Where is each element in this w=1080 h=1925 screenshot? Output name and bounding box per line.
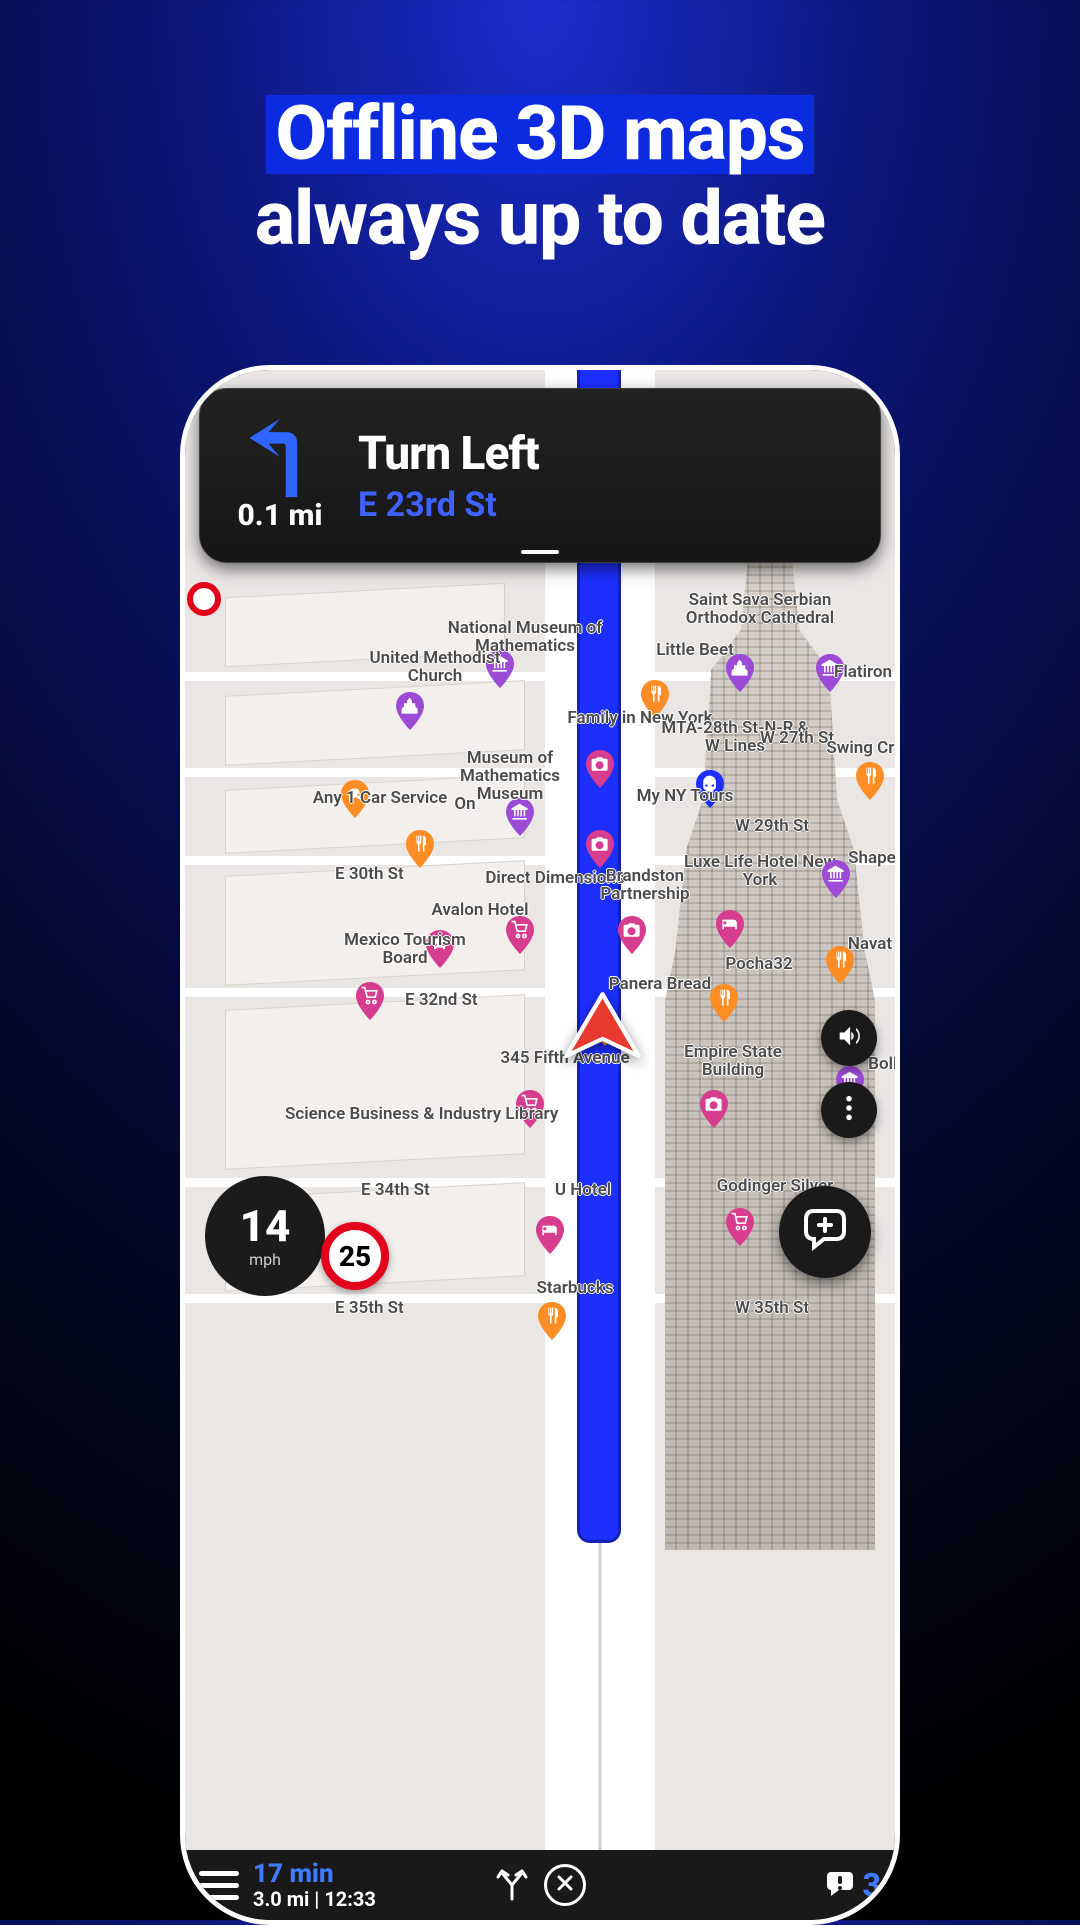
poi-pin-godinger[interactable] (725, 1208, 755, 1246)
poi-label-flatiron: Flatiron (783, 664, 895, 682)
poi-label-esb: Empire State Building (653, 1044, 813, 1080)
poi-label-sss: Saint Sava Serbian Orthodox Cathedral (680, 592, 840, 628)
street-label-sciencebiz: Science Business & Industry Library (285, 1104, 558, 1124)
alternate-route-button[interactable] (494, 1865, 530, 1905)
close-icon (555, 1873, 575, 1897)
map-canvas[interactable]: National Museum of MathematicsUnited Met… (185, 370, 895, 1850)
poi-label-mytours: My NY Tours (605, 788, 765, 806)
speed-limit-sign: 25 (321, 1222, 389, 1290)
sound-button[interactable] (821, 1010, 877, 1066)
poi-pin-esb[interactable] (699, 1090, 729, 1128)
poi-label-mexico: Mexico Tourism Board (325, 932, 485, 968)
poi-label-navat: Navat (790, 936, 895, 954)
poi-label-swingcrazy: Swing Crazy Ye (805, 740, 895, 758)
instruction-main: Turn Left E 23rd St (358, 427, 860, 525)
eta-time: 17 min (253, 1859, 376, 1889)
poi-pin-starbucks[interactable] (537, 1302, 567, 1340)
turn-instruction-card[interactable]: 0.1 mi Turn Left E 23rd St (199, 388, 881, 563)
poi-pin-mytours[interactable] (585, 830, 615, 868)
speech-bubble-plus-icon (800, 1205, 850, 1259)
poi-label-littlebeet: Little Beet (615, 642, 775, 660)
speed-camera-icon (187, 582, 221, 616)
poi-pin-brandston[interactable] (617, 916, 647, 954)
phone-frame: National Museum of MathematicsUnited Met… (180, 365, 900, 1925)
end-route-button[interactable] (544, 1864, 586, 1906)
card-drag-handle[interactable] (521, 550, 559, 554)
poi-label-on: On (385, 796, 545, 814)
notification-icon[interactable] (825, 1868, 855, 1902)
street-label-e34: E 34th St (361, 1180, 430, 1200)
poi-pin-uhotel[interactable] (535, 1216, 565, 1254)
street-label-e30: E 30th St (335, 864, 404, 884)
poi-pin-on[interactable] (405, 830, 435, 868)
turn-left-arrow-icon (220, 413, 340, 503)
street-label-e32: E 32nd St (405, 990, 478, 1010)
speed-unit: mph (249, 1250, 281, 1269)
poi-pin-mexico[interactable] (355, 982, 385, 1020)
hamburger-menu-button[interactable] (199, 1871, 239, 1900)
instruction-distance: 0.1 mi (220, 498, 340, 533)
headline-line-2: always up to date (0, 180, 1080, 259)
headline-line-1: Offline 3D maps (266, 95, 815, 174)
instruction-left: 0.1 mi (220, 413, 340, 533)
poi-pin-luxe[interactable] (715, 910, 745, 948)
poi-label-umc: United Methodist Church (355, 650, 515, 686)
speaker-icon (835, 1022, 863, 1054)
street-label-w35: W 35th St (735, 1298, 809, 1318)
instruction-street: E 23rd St (358, 485, 860, 525)
instruction-action: Turn Left (358, 427, 860, 481)
split-arrow-icon (494, 1886, 530, 1905)
speedometer[interactable]: 14 mph (205, 1176, 325, 1296)
promo-headline: Offline 3D maps always up to date (0, 0, 1080, 259)
poi-pin-umc[interactable] (395, 692, 425, 730)
poi-label-avalon: Avalon Hotel (400, 902, 560, 920)
poi-label-shaper: Shaper (795, 850, 895, 868)
speed-limit-value: 25 (339, 1240, 371, 1273)
eta-block[interactable]: 17 min 3.0 mi | 12:33 (253, 1859, 376, 1911)
vehicle-cursor-icon (560, 990, 645, 1060)
poi-label-uhotel: U Hotel (503, 1182, 663, 1200)
add-report-button[interactable] (779, 1186, 871, 1278)
poi-label-starbucks: Starbucks (495, 1280, 655, 1298)
poi-label-pocha: Pocha32 (679, 956, 839, 974)
street-label-e35: E 35th St (335, 1298, 404, 1318)
more-menu-button[interactable] (821, 1082, 877, 1138)
notification-count: 3 (863, 1866, 881, 1904)
building-block (225, 994, 525, 1170)
bottom-bar: 17 min 3.0 mi | 12:33 3 (185, 1850, 895, 1920)
kebab-menu-icon (838, 1094, 860, 1126)
speed-value: 14 (240, 1204, 291, 1248)
poi-pin-swingcrazy[interactable] (855, 762, 885, 800)
street-label-w29: W 29th St (735, 816, 809, 836)
eta-remaining: 3.0 mi | 12:33 (253, 1887, 376, 1911)
poi-pin-direct[interactable] (505, 916, 535, 954)
